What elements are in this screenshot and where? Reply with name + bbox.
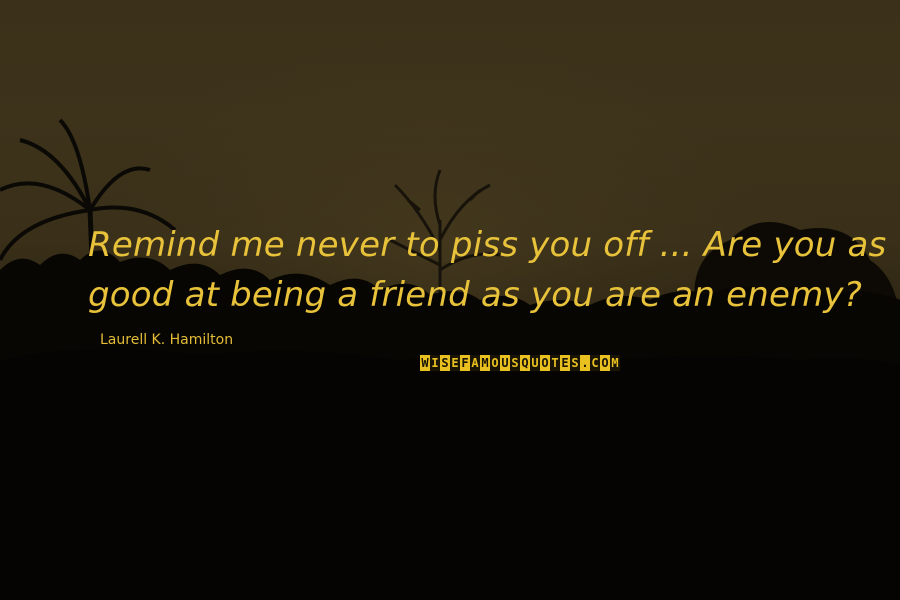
logo-letter: F (460, 355, 470, 371)
logo-letter: . (580, 355, 590, 371)
logo-letter: U (500, 355, 510, 371)
logo-letter: S (510, 355, 520, 371)
logo-letter: C (590, 355, 600, 371)
logo-letter: M (480, 355, 490, 371)
quote-text: Remind me never to piss you off ... Are … (88, 220, 887, 320)
quote-image: Remind me never to piss you off ... Are … (0, 0, 900, 600)
logo-letter: M (610, 355, 620, 371)
wisefamousquotes-logo: WISEFAMOUSQUOTES.COM (420, 355, 620, 371)
quote-line-1: Remind me never to piss you off ... Are … (88, 225, 887, 265)
quote-line-2: good at being a friend as you are an ene… (88, 275, 862, 315)
logo-letter: W (420, 355, 430, 371)
logo-letter: O (490, 355, 500, 371)
logo-letter: U (530, 355, 540, 371)
logo-letter: T (550, 355, 560, 371)
logo-letter: E (560, 355, 570, 371)
quote-author: Laurell K. Hamilton (100, 332, 234, 348)
logo-letter: I (430, 355, 440, 371)
logo-letter: S (570, 355, 580, 371)
logo-letter: S (440, 355, 450, 371)
logo-letter: Q (520, 355, 530, 371)
logo-letter: O (600, 355, 610, 371)
logo-letter: E (450, 355, 460, 371)
logo-letter: A (470, 355, 480, 371)
logo-letter: O (540, 355, 550, 371)
